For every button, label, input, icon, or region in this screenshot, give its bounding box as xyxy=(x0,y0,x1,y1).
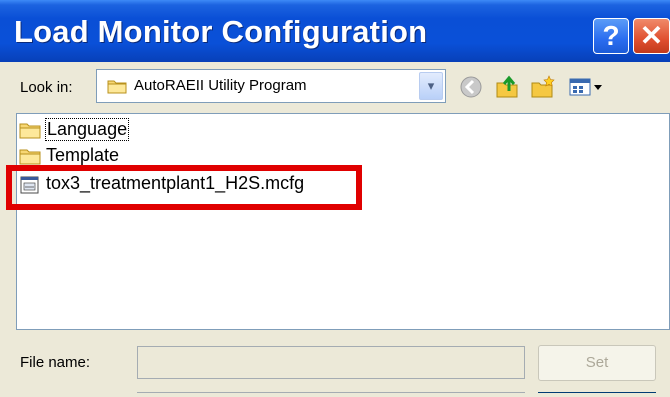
window-title: Load Monitor Configuration xyxy=(14,14,428,49)
view-menu-icon[interactable] xyxy=(568,74,608,100)
back-icon[interactable] xyxy=(458,74,484,100)
new-folder-icon[interactable] xyxy=(530,74,556,100)
look-in-label: Look in: xyxy=(20,79,73,96)
help-button[interactable]: ? xyxy=(593,18,629,54)
close-button[interactable]: ✕ xyxy=(633,18,670,54)
list-item-label: Template xyxy=(46,145,120,165)
look-in-dropdown[interactable]: AutoRAEII Utility Program ▾ xyxy=(96,69,446,103)
file-type-field[interactable] xyxy=(137,392,525,397)
file-name-field[interactable] xyxy=(137,346,525,379)
look-in-value: AutoRAEII Utility Program xyxy=(134,77,307,94)
cancel-button[interactable] xyxy=(538,392,656,397)
config-file-icon xyxy=(19,175,41,200)
file-name-label: File name: xyxy=(20,354,91,371)
list-item-label: Language xyxy=(44,118,130,141)
up-folder-icon[interactable] xyxy=(494,74,520,100)
folder-icon xyxy=(19,147,41,170)
set-button[interactable]: Set xyxy=(538,345,656,381)
title-bar[interactable]: Load Monitor Configuration ? ✕ xyxy=(0,0,670,62)
folder-icon xyxy=(19,121,41,144)
folder-icon xyxy=(107,78,127,99)
list-item-label: tox3_treatmentplant1_H2S.mcfg xyxy=(46,173,305,193)
chevron-down-icon[interactable]: ▾ xyxy=(419,72,443,100)
load-monitor-dialog: Load Monitor Configuration ? ✕ Look in: … xyxy=(0,0,670,397)
file-list[interactable]: Language Template tox3_treatmentplant1_H… xyxy=(16,113,670,330)
